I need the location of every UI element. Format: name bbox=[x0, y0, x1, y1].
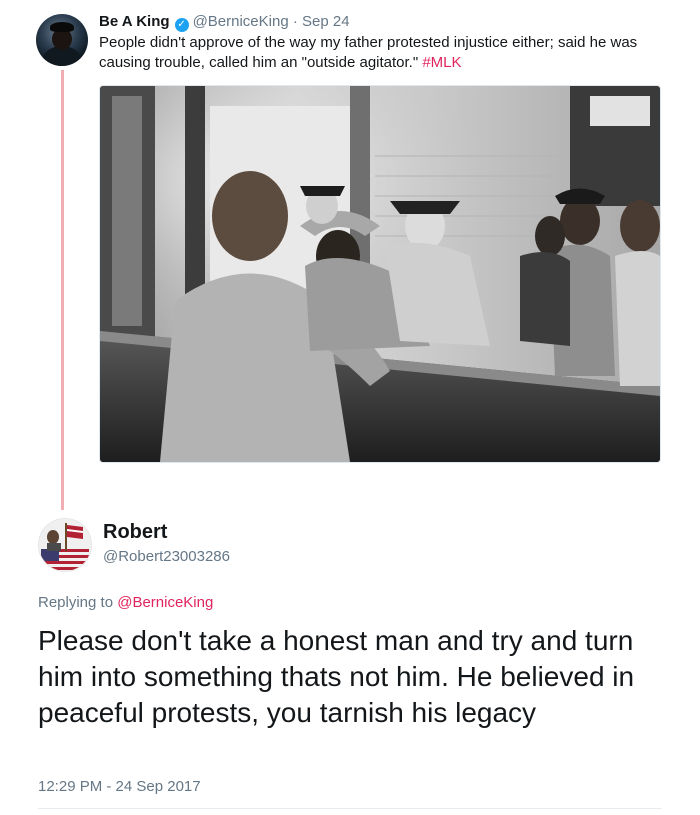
tweet-photo[interactable] bbox=[99, 85, 661, 463]
reply-tweet-text: Please don't take a honest man and try a… bbox=[38, 625, 635, 728]
replying-prefix: Replying to bbox=[38, 594, 118, 611]
robert-avatar[interactable] bbox=[38, 518, 92, 572]
flag-avatar-icon bbox=[39, 519, 91, 571]
parent-handle[interactable]: @BerniceKing bbox=[193, 13, 289, 30]
divider bbox=[38, 808, 662, 809]
reply-handle[interactable]: @Robert23003286 bbox=[103, 547, 230, 567]
photo-illustration bbox=[100, 86, 660, 462]
avatar-figure-hat bbox=[50, 22, 74, 32]
verified-badge-icon: ✓ bbox=[174, 18, 189, 32]
reply-timestamp[interactable]: 12:29 PM - 24 Sep 2017 bbox=[38, 777, 201, 797]
parent-tweet-header: Be A King ✓ @BerniceKing · Sep 24 bbox=[99, 12, 350, 32]
replying-to-mention[interactable]: @BerniceKing bbox=[117, 594, 213, 611]
reply-display-name[interactable]: Robert bbox=[103, 520, 167, 544]
bernice-king-avatar[interactable] bbox=[36, 14, 88, 66]
hashtag-link[interactable]: #MLK bbox=[422, 54, 461, 71]
parent-display-name[interactable]: Be A King bbox=[99, 13, 170, 30]
replying-to-line: Replying to @BerniceKing bbox=[38, 593, 213, 613]
parent-tweet-date[interactable]: Sep 24 bbox=[302, 13, 350, 30]
thread-connector-line bbox=[61, 70, 64, 510]
parent-tweet-text: People didn't approve of the way my fath… bbox=[99, 33, 669, 73]
parent-tweet-body: People didn't approve of the way my fath… bbox=[99, 34, 638, 71]
